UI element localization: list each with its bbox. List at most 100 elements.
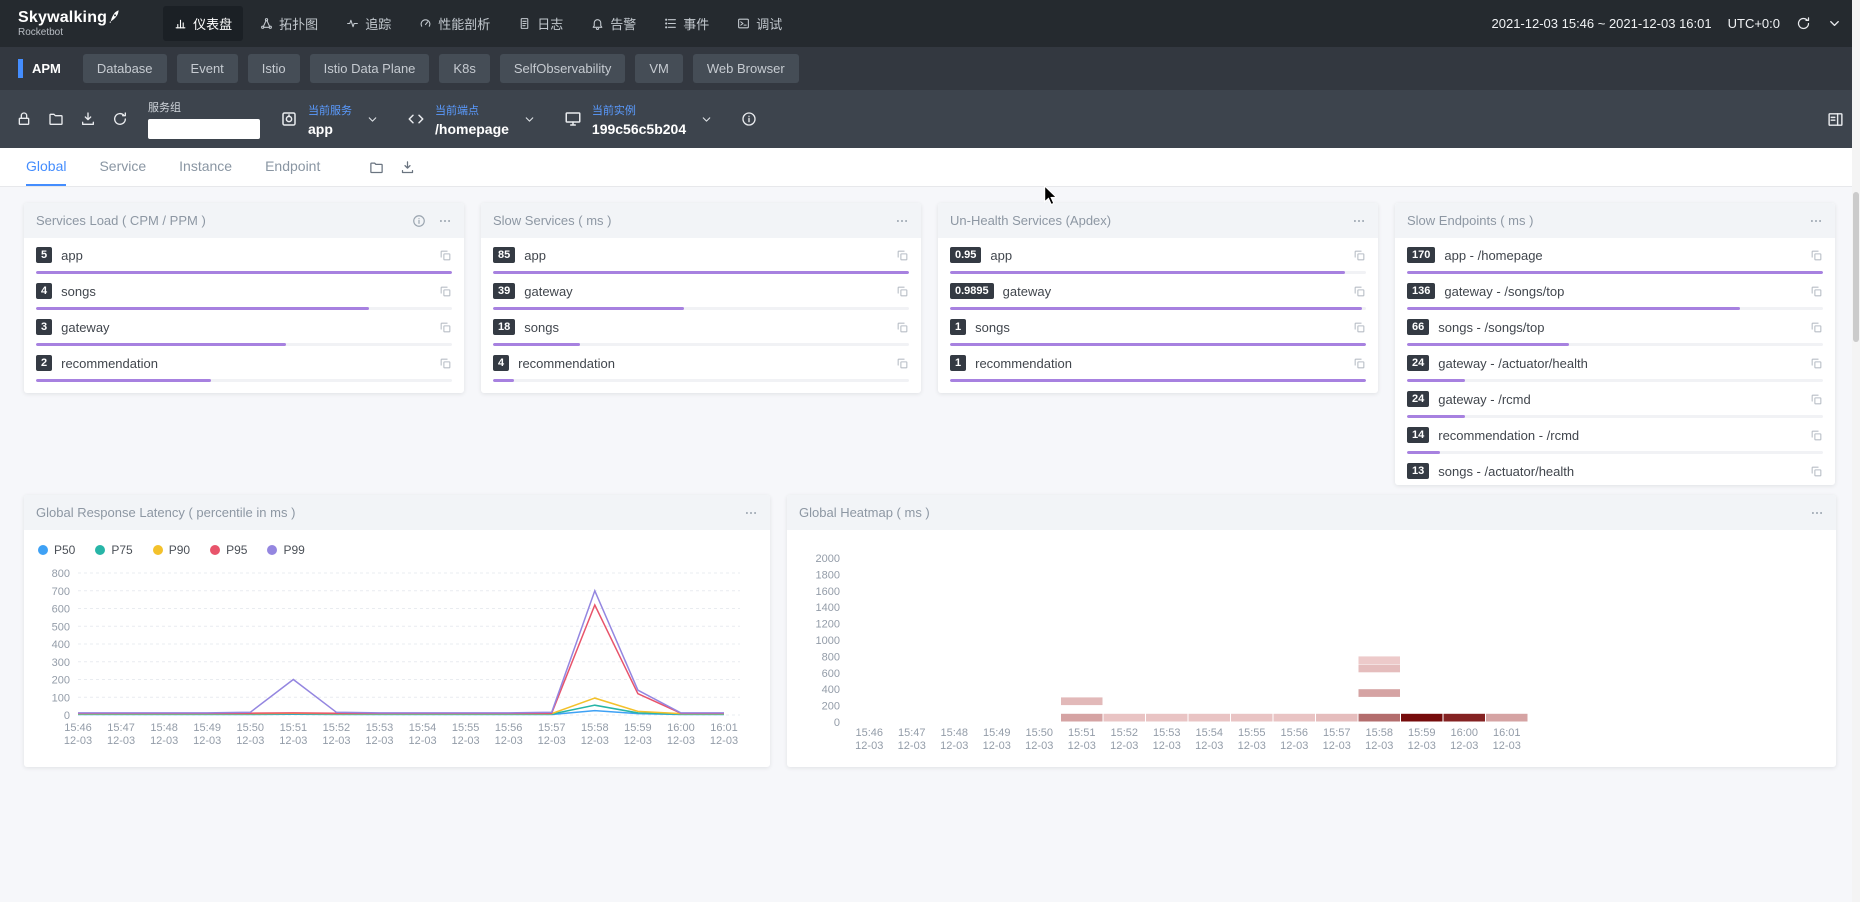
legend-item[interactable]: P90 xyxy=(153,543,190,557)
clipboard-icon[interactable] xyxy=(1353,249,1366,262)
nav-item[interactable]: 事件 xyxy=(653,6,720,41)
nav-item[interactable]: 追踪 xyxy=(335,6,402,41)
rank-label: songs xyxy=(61,284,439,299)
scrollbar-thumb[interactable] xyxy=(1853,192,1859,342)
sidebar-toggle-icon[interactable] xyxy=(1827,111,1844,128)
folder-icon[interactable] xyxy=(48,111,64,127)
svg-text:15:55: 15:55 xyxy=(452,722,480,734)
clipboard-icon[interactable] xyxy=(439,321,452,334)
svg-text:12-03: 12-03 xyxy=(1068,740,1096,752)
legend-dot xyxy=(210,545,220,555)
more-icon[interactable] xyxy=(1810,506,1824,520)
clipboard-icon[interactable] xyxy=(439,249,452,262)
current-instance-select[interactable]: 当前实例 199c56c5b204 xyxy=(564,102,713,137)
clipboard-icon[interactable] xyxy=(439,285,452,298)
value-badge: 5 xyxy=(36,247,52,263)
svg-text:15:52: 15:52 xyxy=(1110,727,1138,739)
current-endpoint-select[interactable]: 当前端点 /homepage xyxy=(407,102,536,137)
clipboard-icon[interactable] xyxy=(439,357,452,370)
nav-item-label: 性能剖析 xyxy=(438,14,490,33)
rank-label: recommendation xyxy=(975,356,1353,371)
clipboard-icon[interactable] xyxy=(896,321,909,334)
nav-item[interactable]: 性能剖析 xyxy=(408,6,501,41)
time-range[interactable]: 2021-12-03 15:46 ~ 2021-12-03 16:01 xyxy=(1492,16,1712,31)
nav-item[interactable]: 日志 xyxy=(507,6,574,41)
current-service-select[interactable]: 当前服务 app xyxy=(280,102,379,137)
trace-icon xyxy=(346,17,359,30)
chevron-down-icon[interactable] xyxy=(1827,16,1842,31)
nav-item[interactable]: 拓扑图 xyxy=(249,6,329,41)
value-badge: 1 xyxy=(950,355,966,371)
clipboard-icon[interactable] xyxy=(1810,429,1823,442)
more-icon[interactable] xyxy=(744,506,758,520)
top-nav-bar: Skywalking Rocketbot 仪表盘 拓扑图 追踪 性能剖析 xyxy=(0,0,1860,47)
dashboard-tab[interactable]: K8s xyxy=(439,54,489,83)
clipboard-icon[interactable] xyxy=(896,285,909,298)
clipboard-icon[interactable] xyxy=(1810,357,1823,370)
nav-item[interactable]: 仪表盘 xyxy=(163,6,243,41)
more-icon[interactable] xyxy=(1809,214,1823,228)
clipboard-icon[interactable] xyxy=(1810,321,1823,334)
clipboard-icon[interactable] xyxy=(896,357,909,370)
clipboard-icon[interactable] xyxy=(1353,357,1366,370)
svg-text:1400: 1400 xyxy=(816,602,840,614)
log-icon xyxy=(518,17,531,30)
dashboard-tab[interactable]: Web Browser xyxy=(693,54,799,83)
legend-item[interactable]: P99 xyxy=(267,543,304,557)
rank-label: gateway - /actuator/health xyxy=(1438,356,1810,371)
dashboard-tab[interactable]: Istio xyxy=(248,54,300,83)
svg-text:12-03: 12-03 xyxy=(1238,740,1266,752)
download-icon[interactable] xyxy=(400,160,415,175)
alarm-icon xyxy=(591,17,604,30)
legend-item[interactable]: P75 xyxy=(95,543,132,557)
info-icon[interactable] xyxy=(741,111,757,127)
legend-item[interactable]: P95 xyxy=(210,543,247,557)
dashboard-tab[interactable]: Database xyxy=(83,54,167,83)
timezone[interactable]: UTC+0:0 xyxy=(1728,16,1780,31)
value-badge: 18 xyxy=(493,319,515,335)
view-tab[interactable]: Service xyxy=(99,148,146,186)
nav-item[interactable]: 调试 xyxy=(726,6,793,41)
more-icon[interactable] xyxy=(438,214,452,228)
info-icon[interactable] xyxy=(412,214,426,228)
folder-icon[interactable] xyxy=(369,160,384,175)
heatmap-chart: 020040060080010001200140016001800200015:… xyxy=(787,530,1836,753)
clipboard-icon[interactable] xyxy=(1353,321,1366,334)
clipboard-icon[interactable] xyxy=(1810,465,1823,478)
card-slow-endpoints: Slow Endpoints ( ms ) 170 app - /homepag… xyxy=(1395,203,1835,485)
scrollbar-track[interactable] xyxy=(1852,0,1860,902)
dashboard-tab[interactable]: VM xyxy=(635,54,683,83)
auto-refresh-icon[interactable] xyxy=(1796,16,1811,31)
clipboard-icon[interactable] xyxy=(896,249,909,262)
svg-text:12-03: 12-03 xyxy=(236,735,264,747)
view-tab[interactable]: Endpoint xyxy=(265,148,320,186)
dashboard-tab[interactable]: SelfObservability xyxy=(500,54,626,83)
dashboard-tab[interactable]: Event xyxy=(177,54,238,83)
card-title: Slow Services ( ms ) xyxy=(493,213,611,228)
service-group-input[interactable] xyxy=(148,119,260,139)
clipboard-icon[interactable] xyxy=(1810,285,1823,298)
legend-item[interactable]: P50 xyxy=(38,543,75,557)
dashboard-tab[interactable]: APM xyxy=(18,59,73,78)
clipboard-icon[interactable] xyxy=(1810,393,1823,406)
view-tab[interactable]: Global xyxy=(26,148,66,186)
clipboard-icon[interactable] xyxy=(1353,285,1366,298)
dashboard-tab-label: SelfObservability xyxy=(514,61,612,76)
svg-text:15:56: 15:56 xyxy=(1280,727,1308,739)
logo-subtitle: Rocketbot xyxy=(18,28,121,38)
refresh-icon[interactable] xyxy=(112,111,128,127)
dashboard-tab[interactable]: Istio Data Plane xyxy=(310,54,430,83)
lock-icon[interactable] xyxy=(16,111,32,127)
more-icon[interactable] xyxy=(895,214,909,228)
logo-title: Skywalking xyxy=(18,10,107,26)
export-icon[interactable] xyxy=(80,111,96,127)
nav-item[interactable]: 告警 xyxy=(580,6,647,41)
more-icon[interactable] xyxy=(1352,214,1366,228)
app-logo[interactable]: Skywalking Rocketbot xyxy=(18,10,121,38)
rank-label: gateway xyxy=(61,320,439,335)
view-tab[interactable]: Instance xyxy=(179,148,232,186)
svg-text:16:01: 16:01 xyxy=(710,722,738,734)
clipboard-icon[interactable] xyxy=(1810,249,1823,262)
svg-text:600: 600 xyxy=(52,604,70,616)
card-slow-services: Slow Services ( ms ) 85 app xyxy=(481,203,921,393)
